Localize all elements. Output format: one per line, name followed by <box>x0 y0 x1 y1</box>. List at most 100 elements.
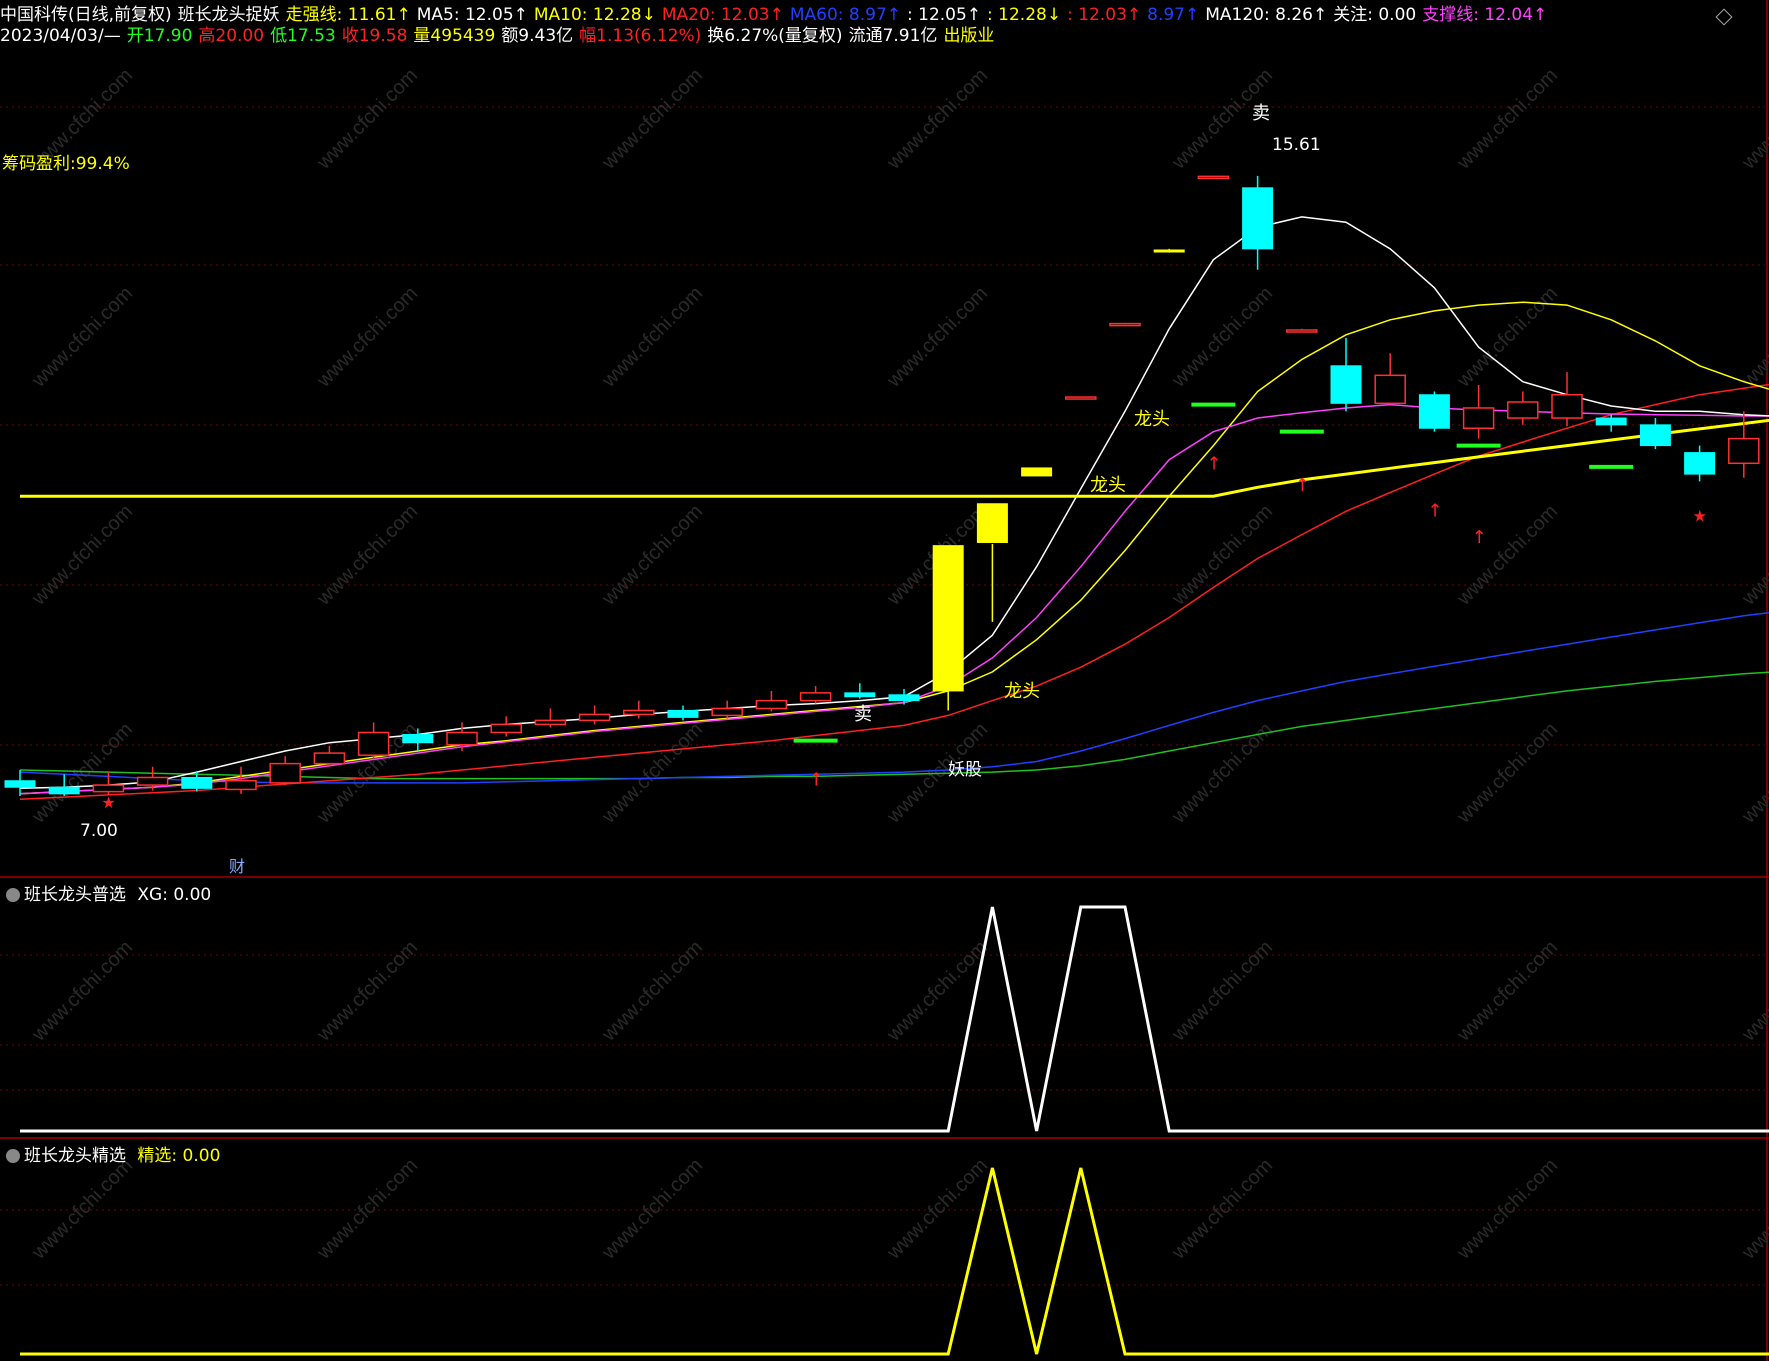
candle-body <box>976 503 1008 543</box>
grid-lines <box>0 0 1769 1361</box>
candle-body <box>1286 329 1318 333</box>
candle-body <box>1065 396 1097 400</box>
watermark-text: www.cfchi.com <box>1452 718 1562 828</box>
candle-body <box>1507 401 1539 419</box>
watermark-text: www.cfchi.com <box>1737 1154 1769 1264</box>
watermark-text: www.cfchi.com <box>1167 936 1277 1046</box>
label-demon: 妖股 <box>948 760 982 780</box>
pane3-menu-icon[interactable] <box>6 1149 20 1163</box>
chart-canvas[interactable]: www.cfchi.com www.cfchi.com www.cfchi.com w… <box>0 0 1769 1361</box>
candle-body <box>402 734 434 744</box>
watermark-text: www.cfchi.com <box>882 64 992 174</box>
candle-body <box>269 762 301 784</box>
watermark-text: www.cfchi.com <box>597 936 707 1046</box>
indicator-lines <box>19 216 1769 801</box>
candle-body <box>357 731 390 756</box>
candles <box>4 175 1760 797</box>
candle-body <box>1021 467 1053 477</box>
watermark-text: www.cfchi.com <box>1167 718 1277 828</box>
watermark-text: www.cfchi.com <box>27 1154 137 1264</box>
watermark-text: www.cfchi.com <box>1452 282 1562 392</box>
ma60-line <box>19 611 1769 784</box>
candle-body <box>490 723 522 734</box>
watermark-text: www.cfchi.com <box>882 1154 992 1264</box>
candle-body <box>4 780 36 788</box>
candle-body <box>1462 407 1495 429</box>
candle-body <box>1374 374 1406 405</box>
watermark-text: www.cfchi.com <box>597 718 707 828</box>
pane2-menu-icon[interactable] <box>6 888 20 902</box>
watermark-text: www.cfchi.com <box>597 500 707 610</box>
watermark-text: www.cfchi.com <box>1737 500 1769 610</box>
watermark-text: www.cfchi.com <box>312 936 422 1046</box>
candle-body <box>1728 437 1760 465</box>
up-arrow-icon: ↑ <box>1206 454 1221 475</box>
candle-body <box>48 786 80 795</box>
watermark-text: www.cfchi.com <box>1452 936 1562 1046</box>
watermark-text: www.cfchi.com <box>597 64 707 174</box>
label-chip_profit: 筹码盈利:99.4% <box>2 154 130 174</box>
watermark-text: www.cfchi.com <box>1737 936 1769 1046</box>
up-arrow-icon: ↑ <box>1295 475 1310 496</box>
pane2-name: 班长龙头普选 <box>24 885 126 905</box>
candle-body <box>1418 394 1450 429</box>
candle-body <box>578 713 611 722</box>
watermark-text: www.cfchi.com <box>1167 282 1277 392</box>
label-fin: 财 <box>229 857 245 876</box>
pane2-title: 班长龙头普选 XG: 0.00 <box>0 880 211 905</box>
watermark-text: www.cfchi.com <box>312 282 422 392</box>
candle-body <box>755 699 788 710</box>
up-arrow-icon: ↑ <box>1427 500 1442 521</box>
strong-line <box>20 418 1769 498</box>
candle-body <box>181 776 213 789</box>
watermark-text: www.cfchi.com <box>1452 500 1562 610</box>
candle-body <box>92 784 125 793</box>
candle-body <box>888 694 920 702</box>
watermark-text: www.cfchi.com <box>27 936 137 1046</box>
watermark-text: www.cfchi.com <box>597 282 707 392</box>
candle-body <box>1197 175 1230 180</box>
label-dragon1: 龙头 <box>1134 409 1170 430</box>
label-sell2: 卖 <box>854 704 872 725</box>
watermark-text: www.cfchi.com <box>1167 500 1277 610</box>
candle-body <box>1595 417 1627 426</box>
up-arrow-icon: ↑ <box>1472 527 1487 548</box>
pane3-value: 精选: 0.00 <box>137 1146 221 1166</box>
candle-body <box>1639 424 1671 447</box>
candle-body <box>1242 187 1274 250</box>
pane2-value: XG: 0.00 <box>137 885 212 905</box>
watermark-text: www.cfchi.com <box>312 1154 422 1264</box>
candle-body <box>1684 452 1716 475</box>
star-icon: ★ <box>1693 507 1707 526</box>
watermark-text: www.cfchi.com <box>312 500 422 610</box>
candle-body <box>1109 322 1141 327</box>
watermark-text: www.cfchi.com <box>1737 718 1769 828</box>
watermark-text: www.cfchi.com <box>1167 1154 1277 1264</box>
candle-body <box>932 545 964 692</box>
watermarks: www.cfchi.com www.cfchi.com www.cfchi.com w… <box>27 64 1769 1264</box>
candle-body <box>225 779 257 791</box>
label-dragon3: 龙头 <box>1004 681 1040 702</box>
candle-body <box>1551 393 1583 419</box>
candle-body <box>1330 365 1362 404</box>
candle-body <box>844 692 876 698</box>
candle-body <box>313 752 346 765</box>
candle-body <box>667 709 699 718</box>
watermark-text: www.cfchi.com <box>27 282 137 392</box>
star-icon: ★ <box>101 793 115 812</box>
candle-body <box>534 719 567 726</box>
candle-body <box>799 692 832 702</box>
candle-body <box>446 731 478 746</box>
watermark-text: www.cfchi.com <box>1737 282 1769 392</box>
label-low_label: 7.00 <box>80 821 118 841</box>
label-sell1: 卖 <box>1252 103 1270 124</box>
pane3-title: 班长龙头精选 精选: 0.00 <box>0 1141 220 1166</box>
candle-body <box>1153 249 1185 253</box>
label-high_label: 15.61 <box>1272 135 1321 155</box>
candle-body <box>623 709 655 716</box>
up-arrow-icon: ↑ <box>809 769 824 790</box>
watermark-text: www.cfchi.com <box>882 282 992 392</box>
watermark-text: www.cfchi.com <box>1452 64 1562 174</box>
pane3-name: 班长龙头精选 <box>24 1146 126 1166</box>
watermark-text: www.cfchi.com <box>1737 64 1769 174</box>
